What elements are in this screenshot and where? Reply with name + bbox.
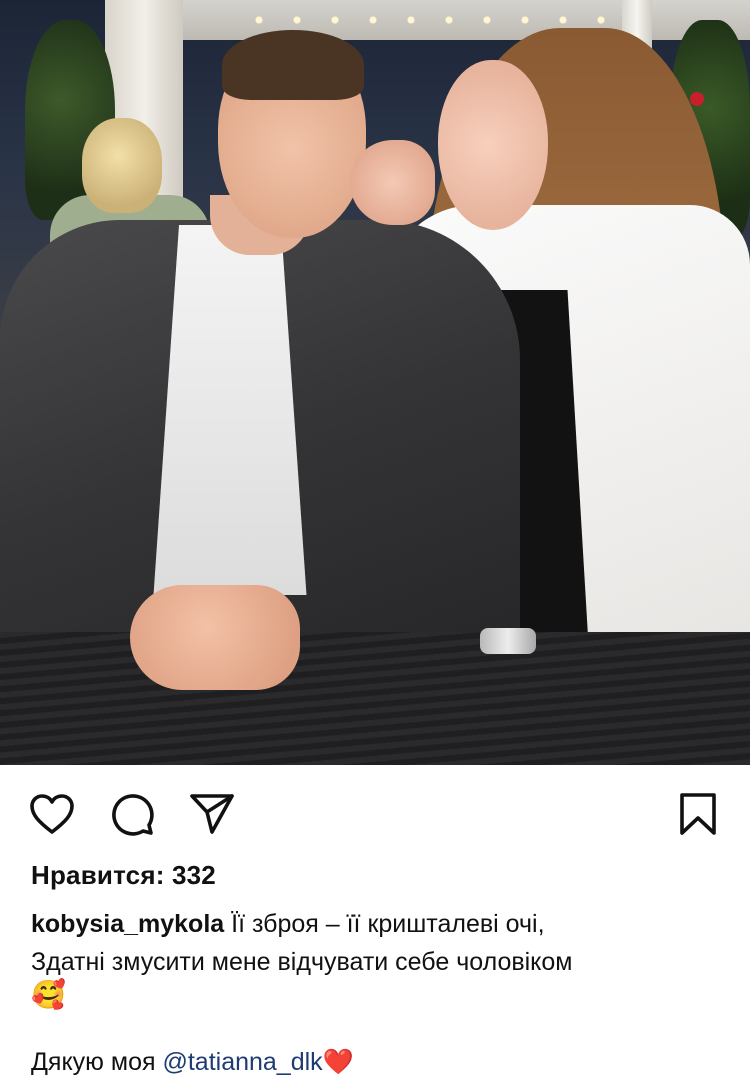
comment-button[interactable] <box>107 784 157 844</box>
comment-bubble-icon <box>112 794 154 836</box>
instagram-post: Нравится: 332 kobysia_mykola Її зброя – … <box>0 0 750 1078</box>
caption-thanks-line: Дякую моя @tatianna_dlk❤️ <box>31 1043 354 1078</box>
caption-line-2: Здатні змусити мене відчувати себе чолов… <box>31 948 573 976</box>
paper-plane-icon <box>190 794 234 834</box>
save-button[interactable] <box>673 784 723 844</box>
photo-string-lights <box>240 10 660 30</box>
photo-table <box>0 632 750 765</box>
caption-username[interactable]: kobysia_mykola <box>31 910 224 938</box>
heart-outline-icon <box>30 794 74 834</box>
photo-man-hand <box>130 585 300 690</box>
post-caption: kobysia_mykola Її зброя – її кришталеві … <box>31 905 731 981</box>
post-action-bar <box>0 784 750 844</box>
photo-background-person-hair <box>82 118 162 213</box>
likes-count[interactable]: Нравится: 332 <box>31 860 216 891</box>
photo-woman-hand <box>350 140 435 225</box>
caption-emoji: 🥰 <box>31 979 66 1010</box>
photo-watch <box>480 628 536 654</box>
share-button[interactable] <box>187 784 237 844</box>
caption-line-1: Її зброя – її кришталеві очі, <box>231 910 545 938</box>
user-mention-link[interactable]: @tatianna_dlk <box>162 1048 322 1076</box>
photo-flower <box>690 92 704 106</box>
photo-man-hair <box>222 30 364 100</box>
thanks-text: Дякую моя <box>31 1048 163 1076</box>
red-heart-emoji: ❤️ <box>322 1048 354 1076</box>
post-photo[interactable] <box>0 0 750 765</box>
like-button[interactable] <box>27 784 77 844</box>
bookmark-icon <box>680 793 716 835</box>
photo-woman-face <box>438 60 548 230</box>
